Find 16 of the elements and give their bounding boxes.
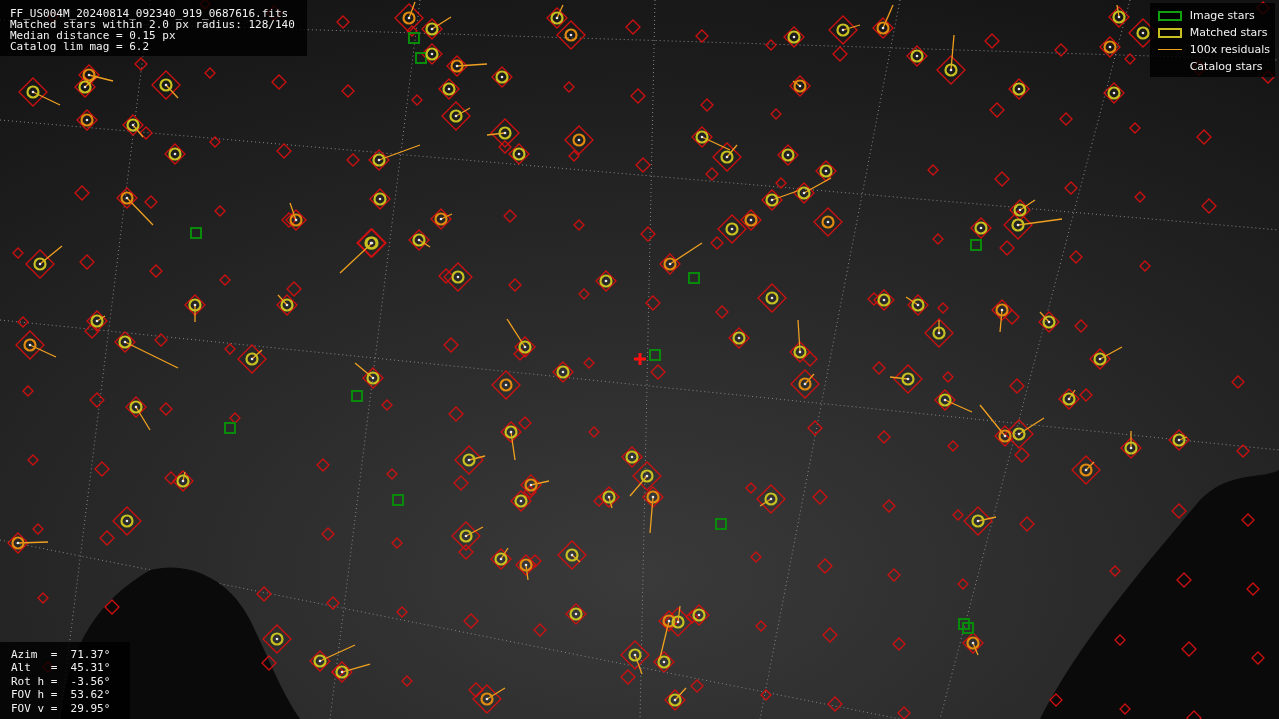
pointing-text: Rot h = -3.56° bbox=[11, 674, 111, 688]
pointing-text: Azim = 71.37° bbox=[11, 647, 111, 661]
info-text: FF_US004M_20240814_092340_919_0687616.fits bbox=[10, 8, 290, 19]
pointing-text: FOV h = 53.62° bbox=[11, 688, 111, 702]
legend-label: Catalog stars bbox=[1189, 58, 1263, 75]
pointing-text: FOV v = 29.95° bbox=[11, 701, 111, 715]
info-text: Matched stars within 2.0 px radius: 128/140 bbox=[10, 19, 295, 30]
legend-swatch bbox=[1157, 10, 1182, 21]
legend-swatch bbox=[1157, 27, 1182, 38]
legend-label: Matched stars bbox=[1189, 24, 1268, 41]
info-text: Catalog lim mag = 6.2 bbox=[10, 41, 151, 52]
info-text: Median distance = 0.15 px bbox=[10, 30, 176, 41]
legend-label: 100x residuals bbox=[1189, 41, 1270, 58]
residual-line-swatch bbox=[1157, 49, 1182, 50]
legend-label: Image stars bbox=[1189, 7, 1255, 24]
pointing-text: Alt = 45.31° bbox=[11, 661, 111, 675]
